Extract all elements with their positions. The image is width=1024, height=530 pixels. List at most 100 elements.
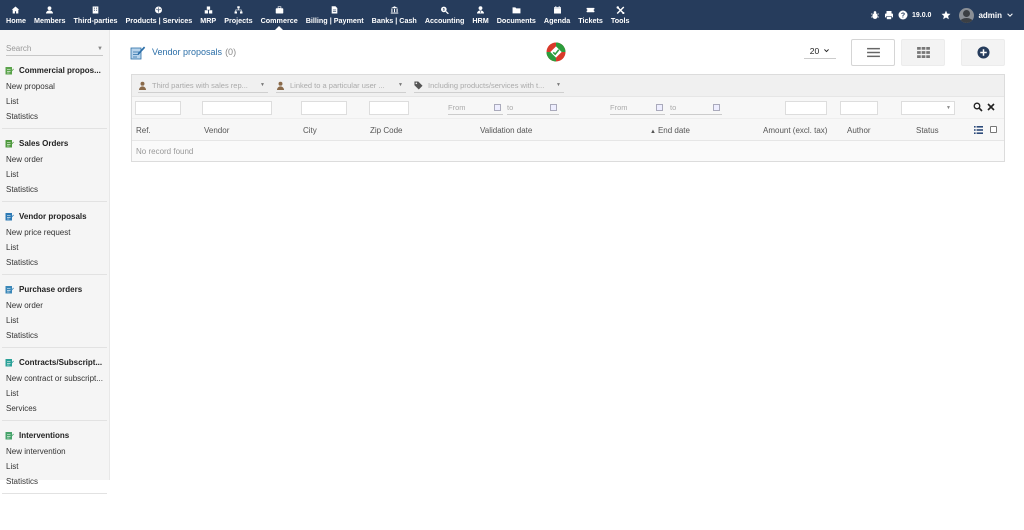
end-date-from-input[interactable]: From — [610, 101, 665, 115]
ref-search-input[interactable] — [135, 101, 181, 115]
topnav-item-mrp[interactable]: MRP — [196, 0, 220, 30]
topnav-item-banks-cash[interactable]: Banks | Cash — [368, 0, 421, 30]
end-date-to-input[interactable]: to — [670, 101, 722, 115]
topnav-item-tools[interactable]: Tools — [607, 0, 634, 30]
topnav-item-billing-payment[interactable]: Billing | Payment — [302, 0, 368, 30]
select-all-checkbox[interactable] — [990, 126, 997, 133]
column-header-author[interactable]: Author — [847, 126, 871, 135]
sidebar-link[interactable]: List — [2, 94, 107, 109]
topnav-item-label: Products | Services — [125, 15, 193, 25]
sidebar-link[interactable]: New contract or subscript... — [2, 371, 107, 386]
list-view-button[interactable] — [851, 39, 895, 66]
topnav-item-agenda[interactable]: Agenda — [540, 0, 574, 30]
calendar-icon[interactable] — [656, 104, 663, 111]
sidebar-section-label: Commercial propos... — [19, 66, 101, 75]
author-search-input[interactable] — [840, 101, 878, 115]
column-header-status[interactable]: Status — [916, 126, 939, 135]
column-selector-icon[interactable] — [974, 126, 983, 134]
kanban-view-button[interactable] — [901, 39, 945, 66]
topnav-item-projects[interactable]: Projects — [220, 0, 256, 30]
sidebar-link[interactable]: Statistics — [2, 182, 107, 197]
sidebar-link[interactable]: List — [2, 313, 107, 328]
help-icon[interactable]: ? — [898, 10, 908, 20]
sidebar-section-title[interactable]: Contracts/Subscript... — [2, 352, 107, 371]
topnav-item-products-services[interactable]: Products | Services — [121, 0, 196, 30]
sidebar-section-title[interactable]: Sales Orders — [2, 133, 107, 152]
sidebar-section-label: Contracts/Subscript... — [19, 358, 103, 367]
sidebar-section-title[interactable]: Purchase orders — [2, 279, 107, 298]
clear-filter-icon[interactable] — [986, 102, 996, 112]
sidebar-link[interactable]: New proposal — [2, 79, 107, 94]
status-search-select[interactable]: ▼ — [901, 101, 955, 115]
topnav-item-hrm[interactable]: HRM — [468, 0, 492, 30]
calendar-icon[interactable] — [494, 104, 501, 111]
user-tie-icon — [477, 5, 485, 14]
sidebar-link[interactable]: List — [2, 240, 107, 255]
column-header-ref[interactable]: Ref. — [136, 126, 151, 135]
sidebar-link[interactable]: List — [2, 386, 107, 401]
topnav-item-third-parties[interactable]: Third-parties — [70, 0, 122, 30]
validation-date-from-input[interactable]: From — [448, 101, 503, 115]
user-icon — [46, 5, 54, 14]
amount-search-input[interactable] — [785, 101, 827, 115]
calendar-icon[interactable] — [550, 104, 557, 111]
sort-ascending-icon: ▲ — [650, 129, 656, 135]
topnav-item-tickets[interactable]: Tickets — [574, 0, 607, 30]
topnav-item-home[interactable]: Home — [2, 0, 30, 30]
intervention-icon — [5, 432, 14, 440]
sidebar-link[interactable]: New order — [2, 298, 107, 313]
sidebar-link[interactable]: Statistics — [2, 255, 107, 270]
print-icon[interactable] — [884, 10, 894, 20]
new-vendor-proposal-button[interactable] — [961, 39, 1005, 66]
column-header-validation-date[interactable]: Validation date — [480, 126, 532, 135]
calendar-icon[interactable] — [713, 104, 720, 111]
column-header-zip-code[interactable]: Zip Code — [370, 126, 402, 135]
topnav-item-commerce[interactable]: Commerce — [257, 0, 302, 30]
list-view-icon — [866, 47, 880, 58]
sidebar-section-label: Sales Orders — [19, 139, 69, 148]
validation-date-to-input[interactable]: to — [507, 101, 559, 115]
topnav-item-documents[interactable]: Documents — [493, 0, 540, 30]
search-icon[interactable] — [973, 102, 983, 112]
sales-rep-filter[interactable]: Third parties with sales rep... ▼ — [138, 79, 268, 93]
column-header-amount-excl-tax[interactable]: Amount (excl. tax) — [763, 126, 827, 135]
avatar[interactable] — [959, 7, 975, 23]
sidebar-link[interactable]: Statistics — [2, 109, 107, 124]
chevron-down-icon[interactable]: ▼ — [97, 46, 103, 52]
records-per-page-select[interactable]: 20 — [804, 43, 836, 59]
sidebar-link[interactable]: New intervention — [2, 444, 107, 459]
sidebar-link[interactable]: New price request — [2, 225, 107, 240]
zip-search-input[interactable] — [369, 101, 409, 115]
sidebar-section-label: Interventions — [19, 431, 70, 440]
column-header-vendor[interactable]: Vendor — [204, 126, 229, 135]
column-header-city[interactable]: City — [303, 126, 317, 135]
topnav-item-label: Projects — [224, 15, 253, 25]
sidebar-link[interactable]: Services — [2, 401, 107, 416]
city-search-input[interactable] — [301, 101, 347, 115]
linked-user-filter[interactable]: Linked to a particular user ... ▼ — [276, 79, 406, 93]
sidebar-link[interactable]: Statistics — [2, 474, 107, 489]
sidebar-link[interactable]: Statistics — [2, 328, 107, 343]
sidebar-section-title[interactable]: Interventions — [2, 425, 107, 444]
sidebar-link[interactable]: List — [2, 459, 107, 474]
bookmark-star-icon[interactable] — [941, 10, 951, 20]
sidebar-section-title[interactable]: Commercial propos... — [2, 60, 107, 79]
products-filter[interactable]: Including products/services with t... ▼ — [414, 79, 564, 93]
sidebar-section-title[interactable]: Vendor proposals — [2, 206, 107, 225]
column-header-end-date[interactable]: ▲ End date — [650, 126, 690, 135]
column-header-label: Validation date — [480, 126, 533, 135]
search-input[interactable] — [6, 44, 96, 53]
sidebar-section: Vendor proposals New price request List Sta… — [2, 202, 107, 275]
chevron-down-icon[interactable] — [1006, 10, 1014, 20]
topnav-item-label: Members — [33, 15, 66, 25]
bug-icon[interactable] — [870, 10, 880, 20]
sitemap-icon — [234, 5, 243, 14]
sidebar-link[interactable]: List — [2, 167, 107, 182]
vendor-search-input[interactable] — [202, 101, 272, 115]
username[interactable]: admin — [978, 11, 1002, 20]
folder-icon — [512, 6, 521, 13]
sidebar-search[interactable]: ▼ — [6, 42, 103, 56]
sidebar-link[interactable]: New order — [2, 152, 107, 167]
topnav-item-members[interactable]: Members — [30, 0, 70, 30]
topnav-item-accounting[interactable]: $ Accounting — [421, 0, 469, 30]
